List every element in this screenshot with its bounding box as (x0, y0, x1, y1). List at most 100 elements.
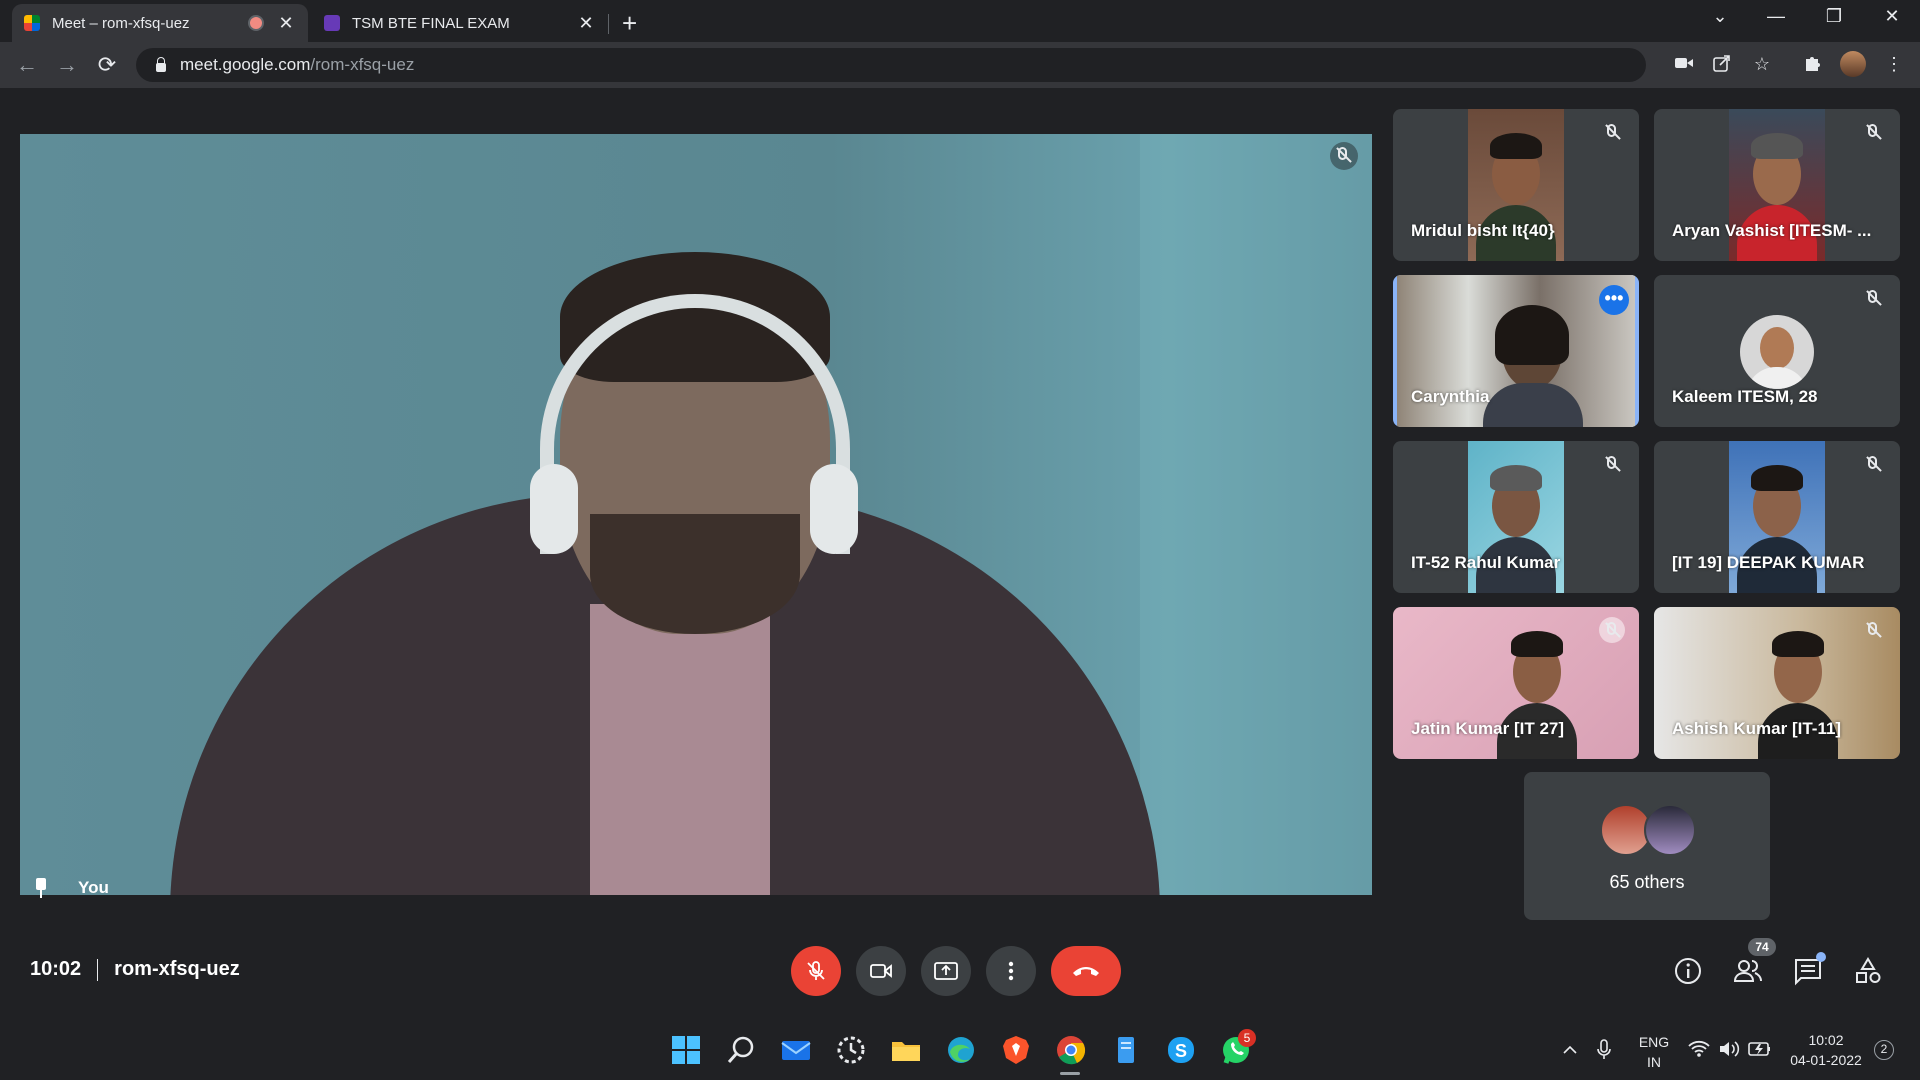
present-screen-icon (934, 962, 958, 980)
forward-arrow-icon[interactable]: → (52, 52, 82, 78)
participant-name: IT-52 Rahul Kumar (1411, 553, 1561, 572)
bookmark-star-icon[interactable]: ☆ (1750, 54, 1774, 78)
browser-menu-icon[interactable]: ⋮ (1882, 54, 1906, 78)
more-options-icon[interactable]: ••• (1599, 285, 1629, 315)
url-host: meet.google.com (180, 55, 311, 74)
self-video-feed[interactable] (20, 134, 1372, 895)
participant-name: Kaleem ITESM, 28 (1672, 387, 1818, 406)
close-window-icon[interactable]: ✕ (1872, 6, 1912, 27)
edge-browser-icon[interactable] (945, 1034, 977, 1066)
tab-meet[interactable]: Meet – rom-xfsq-uez ✕ (12, 4, 308, 42)
others-tile[interactable]: 65 others (1524, 772, 1770, 920)
meeting-info-icon[interactable] (1673, 956, 1703, 986)
participant-name: Ashish Kumar [IT-11] (1672, 719, 1842, 738)
others-count-label: 65 others (1609, 872, 1685, 892)
active-app-indicator (1060, 1072, 1080, 1075)
meeting-time: 10:02 (30, 958, 82, 980)
browser-toolbar: ← → ⟳ meet.google.com/rom-xfsq-uez ☆ ⋮ (0, 42, 1920, 88)
leave-call-button[interactable] (1051, 946, 1121, 996)
participant-avatar (1740, 315, 1814, 389)
microphone-toggle-button[interactable] (791, 946, 841, 996)
participant-tile[interactable]: Kaleem ITESM, 28 (1654, 275, 1900, 427)
recording-indicator-icon (248, 15, 264, 31)
file-explorer-icon[interactable] (890, 1034, 922, 1066)
extensions-puzzle-icon[interactable] (1800, 54, 1824, 78)
notepad-icon[interactable] (1110, 1034, 1142, 1066)
people-icon[interactable] (1733, 956, 1763, 986)
clock-date: 04-01-2022 (1790, 1052, 1862, 1068)
headphones (810, 464, 858, 554)
wifi-icon[interactable] (1688, 1040, 1710, 1058)
mic-off-icon (1599, 451, 1625, 477)
battery-charging-icon[interactable] (1748, 1041, 1772, 1057)
chrome-browser-icon[interactable] (1055, 1034, 1087, 1066)
tab-divider (608, 14, 609, 34)
skype-icon[interactable]: S (1165, 1034, 1197, 1066)
self-name-label: You (34, 878, 109, 898)
volume-icon[interactable] (1718, 1040, 1740, 1058)
share-page-icon[interactable] (1710, 54, 1734, 78)
mic-off-icon (1599, 119, 1625, 145)
activities-icon[interactable] (1853, 956, 1883, 986)
participant-tile-speaking[interactable]: ••• Carynthia (1393, 275, 1639, 427)
brave-browser-icon[interactable] (1000, 1034, 1032, 1066)
browser-tab-strip: Meet – rom-xfsq-uez ✕ TSM BTE FINAL EXAM… (0, 0, 1920, 42)
video-background (1140, 134, 1372, 895)
participant-tile[interactable]: Aryan Vashist [ITESM- ... (1654, 109, 1900, 261)
windows-start-icon[interactable] (670, 1034, 702, 1066)
url-path: /rom-xfsq-uez (310, 55, 415, 74)
unread-chat-dot (1816, 952, 1826, 962)
tab-title: TSM BTE FINAL EXAM (352, 14, 510, 32)
mail-icon[interactable] (780, 1034, 812, 1066)
mic-off-icon (1860, 617, 1886, 643)
participant-tile[interactable]: Ashish Kumar [IT-11] (1654, 607, 1900, 759)
camera-toggle-button[interactable] (856, 946, 906, 996)
language-indicator[interactable]: ENG IN (1636, 1032, 1672, 1072)
tab-search-chevron-icon[interactable]: ⌄ (1700, 6, 1740, 27)
more-options-button[interactable] (986, 946, 1036, 996)
address-bar[interactable]: meet.google.com/rom-xfsq-uez (136, 48, 1646, 82)
language-code: ENG (1638, 1034, 1670, 1050)
pin-icon[interactable] (34, 878, 48, 898)
tab-close-icon[interactable]: ✕ (276, 13, 296, 34)
mic-off-icon (1860, 119, 1886, 145)
microphone-tray-icon[interactable] (1596, 1039, 1612, 1061)
reload-icon[interactable]: ⟳ (92, 52, 122, 78)
participant-tile[interactable]: IT-52 Rahul Kumar (1393, 441, 1639, 593)
meeting-details: 10:02 rom-xfsq-uez (30, 958, 240, 981)
divider (97, 958, 99, 981)
tab-close-icon[interactable]: ✕ (576, 13, 596, 34)
participant-name: Mridul bisht It{40} (1411, 221, 1555, 240)
mic-off-icon (1860, 451, 1886, 477)
clock-app-icon[interactable] (835, 1034, 867, 1066)
back-arrow-icon[interactable]: ← (12, 52, 42, 78)
mic-off-icon (1330, 142, 1358, 170)
clock-time: 10:02 (1808, 1032, 1844, 1048)
lock-icon[interactable] (156, 56, 166, 72)
camera-icon (870, 964, 892, 978)
camera-in-use-icon[interactable] (1672, 54, 1696, 78)
participant-tile[interactable]: Mridul bisht It{40} (1393, 109, 1639, 261)
system-clock[interactable]: 10:02 04-01-2022 (1786, 1030, 1866, 1070)
participant-tile[interactable]: Jatin Kumar [IT 27] (1393, 607, 1639, 759)
tab-exam-form[interactable]: TSM BTE FINAL EXAM ✕ (312, 4, 608, 42)
notification-center-badge[interactable]: 2 (1874, 1040, 1894, 1060)
participant-tile[interactable]: [IT 19] DEEPAK KUMAR (1654, 441, 1900, 593)
video-person (590, 604, 770, 895)
language-region: IN (1647, 1054, 1661, 1070)
profile-avatar[interactable] (1840, 51, 1866, 77)
participant-name: Carynthia (1411, 387, 1490, 406)
show-hidden-icons-chevron-icon[interactable] (1562, 1042, 1578, 1058)
new-tab-plus-icon[interactable]: + (622, 8, 637, 39)
svg-text:S: S (1175, 1041, 1187, 1061)
self-label: You (78, 878, 109, 897)
participant-name: Jatin Kumar [IT 27] (1411, 719, 1565, 738)
google-forms-favicon-icon (324, 15, 340, 31)
restore-icon[interactable]: ❐ (1814, 6, 1854, 27)
hang-up-phone-icon (1073, 967, 1099, 976)
headphones (530, 464, 578, 554)
windows-taskbar: S (0, 1020, 1920, 1080)
search-icon[interactable] (725, 1034, 757, 1066)
present-screen-button[interactable] (921, 946, 971, 996)
minimize-icon[interactable]: — (1756, 6, 1796, 27)
